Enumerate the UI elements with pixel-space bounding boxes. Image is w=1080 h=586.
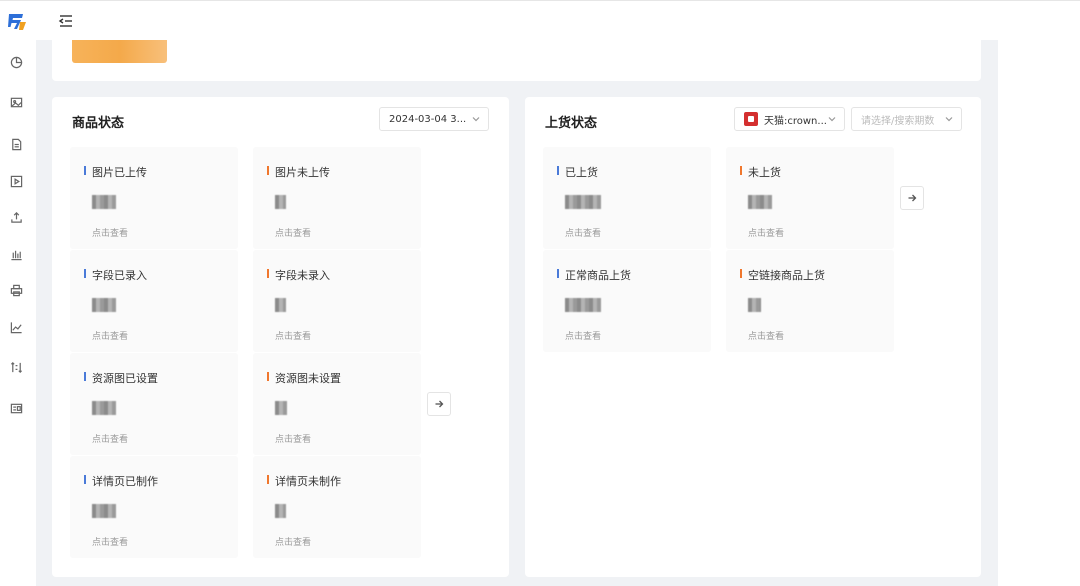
stat-value-blurred — [565, 195, 601, 209]
banner-card — [52, 40, 981, 81]
stat-value-blurred — [92, 504, 116, 518]
stat-label: 资源图已设置 — [84, 370, 158, 386]
bar-chart-icon[interactable] — [9, 247, 23, 261]
app-logo[interactable] — [6, 10, 28, 32]
stat-value-blurred — [565, 298, 601, 312]
line-chart-icon[interactable] — [9, 320, 23, 334]
view-link[interactable]: 点击查看 — [748, 226, 784, 239]
upload-icon[interactable] — [9, 210, 23, 224]
stat-card-empty-link-listed[interactable]: 空链接商品上货 点击查看 — [726, 250, 894, 352]
view-link[interactable]: 点击查看 — [275, 226, 311, 239]
printer-icon[interactable] — [9, 283, 23, 297]
stat-card-not-listed[interactable]: 未上货 点击查看 — [726, 147, 894, 249]
stat-label: 未上货 — [740, 164, 781, 180]
right-blank-area — [998, 40, 1080, 586]
stat-label: 详情页未制作 — [267, 473, 341, 489]
stat-label: 字段未录入 — [267, 267, 330, 283]
tmall-icon — [744, 112, 758, 126]
stat-card-detail-made[interactable]: 详情页已制作 点击查看 — [70, 456, 238, 558]
stat-card-fields-not-entered[interactable]: 字段未录入 点击查看 — [253, 250, 421, 352]
banner-image — [72, 40, 167, 63]
next-arrow-button[interactable] — [427, 392, 451, 416]
product-status-panel: 商品状态 2024-03-04 3... 图片已上传 点击查看 图片未上传 点击… — [52, 97, 509, 577]
chevron-down-icon — [472, 115, 480, 123]
main-content: 商品状态 2024-03-04 3... 图片已上传 点击查看 图片未上传 点击… — [36, 40, 998, 586]
stat-label: 正常商品上货 — [557, 267, 631, 283]
menu-collapse-icon[interactable] — [58, 13, 74, 29]
top-bar — [0, 0, 1080, 40]
view-link[interactable]: 点击查看 — [565, 329, 601, 342]
view-link[interactable]: 点击查看 — [92, 535, 128, 548]
stat-value-blurred — [275, 298, 286, 312]
pie-chart-icon[interactable] — [9, 55, 23, 69]
date-select-value: 2024-03-04 3... — [389, 113, 467, 125]
video-icon[interactable] — [9, 174, 23, 188]
view-link[interactable]: 点击查看 — [92, 226, 128, 239]
arrow-right-icon — [908, 194, 917, 202]
view-link[interactable]: 点击查看 — [565, 226, 601, 239]
stat-value-blurred — [275, 401, 287, 415]
date-select[interactable]: 2024-03-04 3... — [379, 107, 489, 131]
panel-title: 上货状态 — [545, 116, 598, 131]
view-link[interactable]: 点击查看 — [92, 329, 128, 342]
stat-card-normal-listed[interactable]: 正常商品上货 点击查看 — [543, 250, 711, 352]
stat-value-blurred — [275, 195, 286, 209]
stat-value-blurred — [92, 401, 116, 415]
stat-value-blurred — [748, 195, 772, 209]
stat-label: 资源图未设置 — [267, 370, 341, 386]
view-link[interactable]: 点击查看 — [275, 329, 311, 342]
sidebar — [0, 40, 36, 586]
stat-card-images-uploaded[interactable]: 图片已上传 点击查看 — [70, 147, 238, 249]
view-link[interactable]: 点击查看 — [275, 535, 311, 548]
arrow-right-icon — [435, 400, 444, 408]
stat-card-images-not-uploaded[interactable]: 图片未上传 点击查看 — [253, 147, 421, 249]
stat-label: 字段已录入 — [84, 267, 147, 283]
next-arrow-button[interactable] — [900, 186, 924, 210]
view-link[interactable]: 点击查看 — [92, 432, 128, 445]
image-text-icon[interactable] — [9, 401, 23, 415]
stat-value-blurred — [748, 298, 761, 312]
stat-card-resource-set[interactable]: 资源图已设置 点击查看 — [70, 353, 238, 455]
transfer-icon[interactable] — [9, 360, 23, 374]
document-icon[interactable] — [9, 137, 23, 151]
view-link[interactable]: 点击查看 — [275, 432, 311, 445]
stat-label: 已上货 — [557, 164, 598, 180]
shop-select[interactable]: 天猫:crown... — [734, 107, 845, 131]
panel-title: 商品状态 — [72, 116, 125, 131]
stat-card-detail-not-made[interactable]: 详情页未制作 点击查看 — [253, 456, 421, 558]
shop-select-value: 天猫:crown... — [764, 115, 827, 127]
image-icon[interactable] — [9, 95, 23, 109]
chevron-down-icon — [828, 115, 836, 123]
stat-card-fields-entered[interactable]: 字段已录入 点击查看 — [70, 250, 238, 352]
period-select[interactable]: 请选择/搜索期数 — [851, 107, 962, 131]
view-link[interactable]: 点击查看 — [748, 329, 784, 342]
stat-label: 图片已上传 — [84, 164, 147, 180]
stat-card-resource-not-set[interactable]: 资源图未设置 点击查看 — [253, 353, 421, 455]
stat-card-listed[interactable]: 已上货 点击查看 — [543, 147, 711, 249]
chevron-down-icon — [945, 115, 953, 123]
stat-label: 图片未上传 — [267, 164, 330, 180]
stat-value-blurred — [275, 504, 286, 518]
period-select-placeholder: 请选择/搜索期数 — [861, 115, 935, 127]
stat-value-blurred — [92, 298, 116, 312]
stat-label: 详情页已制作 — [84, 473, 158, 489]
stat-label: 空链接商品上货 — [740, 267, 825, 283]
stat-value-blurred — [92, 195, 116, 209]
listing-status-panel: 上货状态 天猫:crown... 请选择/搜索期数 已上货 点击查看 未上货 点… — [525, 97, 981, 577]
